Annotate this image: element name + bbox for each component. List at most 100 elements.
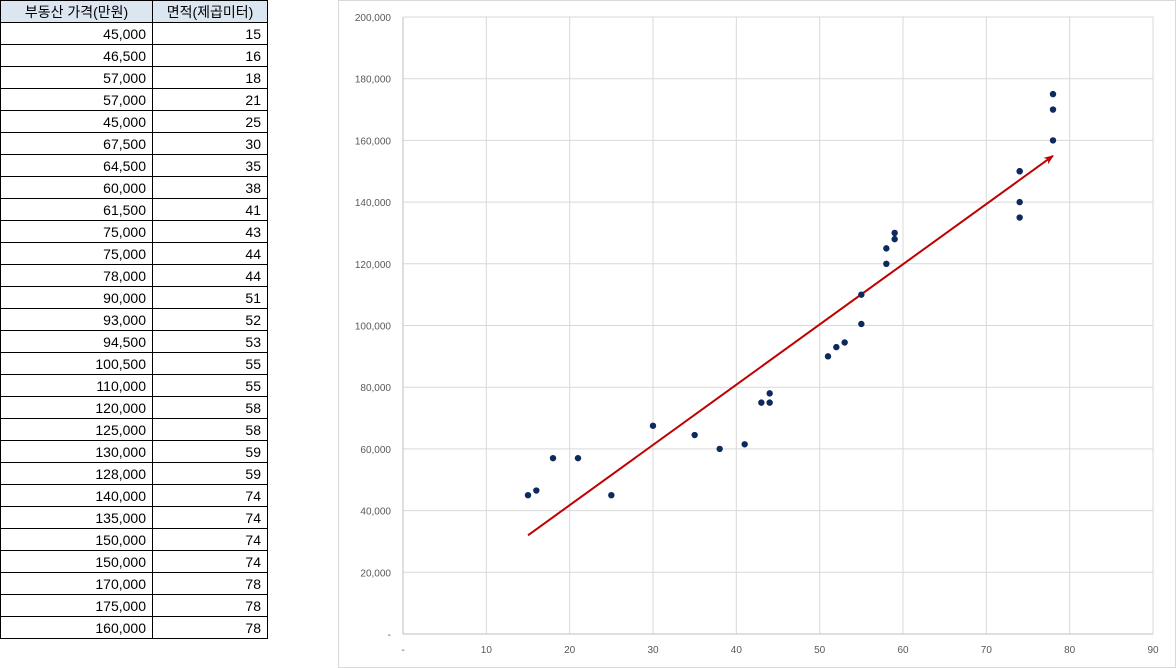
cell-price[interactable]: 120,000 bbox=[0, 396, 153, 419]
data-point[interactable] bbox=[1016, 214, 1023, 221]
cell-area[interactable]: 41 bbox=[152, 198, 268, 221]
data-point[interactable] bbox=[858, 291, 865, 298]
cell-area[interactable]: 55 bbox=[152, 374, 268, 397]
x-tick-label: 40 bbox=[731, 645, 743, 656]
cell-price[interactable]: 130,000 bbox=[0, 440, 153, 463]
cell-price[interactable]: 60,000 bbox=[0, 176, 153, 199]
data-point[interactable] bbox=[533, 487, 540, 494]
table-row: 130,000 59 bbox=[0, 440, 268, 463]
cell-price[interactable]: 100,500 bbox=[0, 352, 153, 375]
data-point[interactable] bbox=[1016, 168, 1023, 175]
cell-area[interactable]: 74 bbox=[152, 550, 268, 573]
cell-area[interactable]: 78 bbox=[152, 594, 268, 617]
data-point[interactable] bbox=[608, 491, 615, 499]
cell-area[interactable]: 15 bbox=[152, 22, 268, 45]
data-point[interactable] bbox=[524, 491, 532, 499]
cell-price[interactable]: 94,500 bbox=[0, 330, 153, 353]
y-tick-label: 180,000 bbox=[355, 75, 392, 86]
column-header-price[interactable]: 부동산 가격(만원) bbox=[0, 0, 153, 23]
cell-area[interactable]: 52 bbox=[152, 308, 268, 331]
table-row: 78,000 44 bbox=[0, 264, 268, 287]
cell-price[interactable]: 78,000 bbox=[0, 264, 153, 287]
cell-price[interactable]: 45,000 bbox=[0, 110, 153, 133]
cell-price[interactable]: 46,500 bbox=[0, 44, 153, 67]
table-row: 110,000 55 bbox=[0, 374, 268, 397]
data-point[interactable] bbox=[891, 229, 898, 237]
cell-area[interactable]: 38 bbox=[152, 176, 268, 199]
data-point[interactable] bbox=[858, 320, 865, 328]
cell-price[interactable]: 140,000 bbox=[0, 484, 153, 507]
x-tick-label: 30 bbox=[647, 645, 659, 656]
cell-price[interactable]: 160,000 bbox=[0, 616, 153, 639]
table-row: 120,000 58 bbox=[0, 396, 268, 419]
cell-area[interactable]: 44 bbox=[152, 264, 268, 287]
cell-price[interactable]: 45,000 bbox=[0, 22, 153, 45]
cell-price[interactable]: 90,000 bbox=[0, 286, 153, 309]
data-point[interactable] bbox=[1049, 90, 1057, 98]
table-row: 57,000 21 bbox=[0, 88, 268, 111]
data-point[interactable] bbox=[824, 353, 832, 360]
cell-area[interactable]: 25 bbox=[152, 110, 268, 133]
data-point[interactable] bbox=[1016, 198, 1023, 206]
cell-area[interactable]: 35 bbox=[152, 154, 268, 177]
cell-area[interactable]: 74 bbox=[152, 528, 268, 551]
cell-price[interactable]: 110,000 bbox=[0, 374, 153, 397]
data-points bbox=[524, 90, 1057, 499]
data-point[interactable] bbox=[833, 343, 840, 351]
cell-area[interactable]: 78 bbox=[152, 572, 268, 595]
cell-price[interactable]: 67,500 bbox=[0, 132, 153, 155]
table-row: 94,500 53 bbox=[0, 330, 268, 353]
cell-area[interactable]: 44 bbox=[152, 242, 268, 265]
data-point[interactable] bbox=[1049, 106, 1057, 113]
cell-price[interactable]: 135,000 bbox=[0, 506, 153, 529]
table-row: 128,000 59 bbox=[0, 462, 268, 485]
cell-price[interactable]: 61,500 bbox=[0, 198, 153, 221]
cell-price[interactable]: 170,000 bbox=[0, 572, 153, 595]
trend-arrow bbox=[527, 155, 1054, 537]
x-tick-label: 90 bbox=[1147, 645, 1159, 656]
cell-area[interactable]: 21 bbox=[152, 88, 268, 111]
cell-area[interactable]: 58 bbox=[152, 396, 268, 419]
data-point[interactable] bbox=[758, 399, 765, 406]
cell-price[interactable]: 57,000 bbox=[0, 88, 153, 111]
data-point[interactable] bbox=[766, 399, 773, 406]
cell-price[interactable]: 175,000 bbox=[0, 594, 153, 617]
cell-price[interactable]: 64,500 bbox=[0, 154, 153, 177]
data-point[interactable] bbox=[741, 441, 748, 448]
data-point[interactable] bbox=[691, 431, 698, 439]
data-point[interactable] bbox=[649, 422, 657, 429]
cell-area[interactable]: 59 bbox=[152, 462, 268, 485]
cell-area[interactable]: 58 bbox=[152, 418, 268, 441]
cell-price[interactable]: 93,000 bbox=[0, 308, 153, 331]
cell-area[interactable]: 55 bbox=[152, 352, 268, 375]
data-point[interactable] bbox=[841, 339, 848, 346]
y-tick-label: 140,000 bbox=[355, 198, 392, 209]
data-point[interactable] bbox=[766, 390, 773, 397]
cell-price[interactable]: 150,000 bbox=[0, 550, 153, 573]
data-point[interactable] bbox=[883, 245, 890, 252]
data-point[interactable] bbox=[1049, 137, 1057, 144]
data-point[interactable] bbox=[891, 235, 898, 243]
cell-price[interactable]: 125,000 bbox=[0, 418, 153, 441]
cell-area[interactable]: 30 bbox=[152, 132, 268, 155]
cell-price[interactable]: 57,000 bbox=[0, 66, 153, 89]
data-point[interactable] bbox=[574, 454, 582, 462]
cell-price[interactable]: 75,000 bbox=[0, 220, 153, 243]
column-header-area[interactable]: 면적(제곱미터) bbox=[152, 0, 268, 23]
cell-area[interactable]: 51 bbox=[152, 286, 268, 309]
cell-price[interactable]: 128,000 bbox=[0, 462, 153, 485]
data-point[interactable] bbox=[883, 260, 890, 267]
cell-area[interactable]: 43 bbox=[152, 220, 268, 243]
cell-area[interactable]: 18 bbox=[152, 66, 268, 89]
cell-area[interactable]: 74 bbox=[152, 506, 268, 529]
cell-price[interactable]: 150,000 bbox=[0, 528, 153, 551]
cell-price[interactable]: 75,000 bbox=[0, 242, 153, 265]
cell-area[interactable]: 16 bbox=[152, 44, 268, 67]
scatter-chart[interactable]: - 20,000 40,000 60,000 80,000 100,000 120,000 1… bbox=[338, 0, 1176, 668]
cell-area[interactable]: 59 bbox=[152, 440, 268, 463]
cell-area[interactable]: 53 bbox=[152, 330, 268, 353]
cell-area[interactable]: 78 bbox=[152, 616, 268, 639]
data-point[interactable] bbox=[716, 445, 723, 453]
data-point[interactable] bbox=[549, 454, 557, 462]
cell-area[interactable]: 74 bbox=[152, 484, 268, 507]
